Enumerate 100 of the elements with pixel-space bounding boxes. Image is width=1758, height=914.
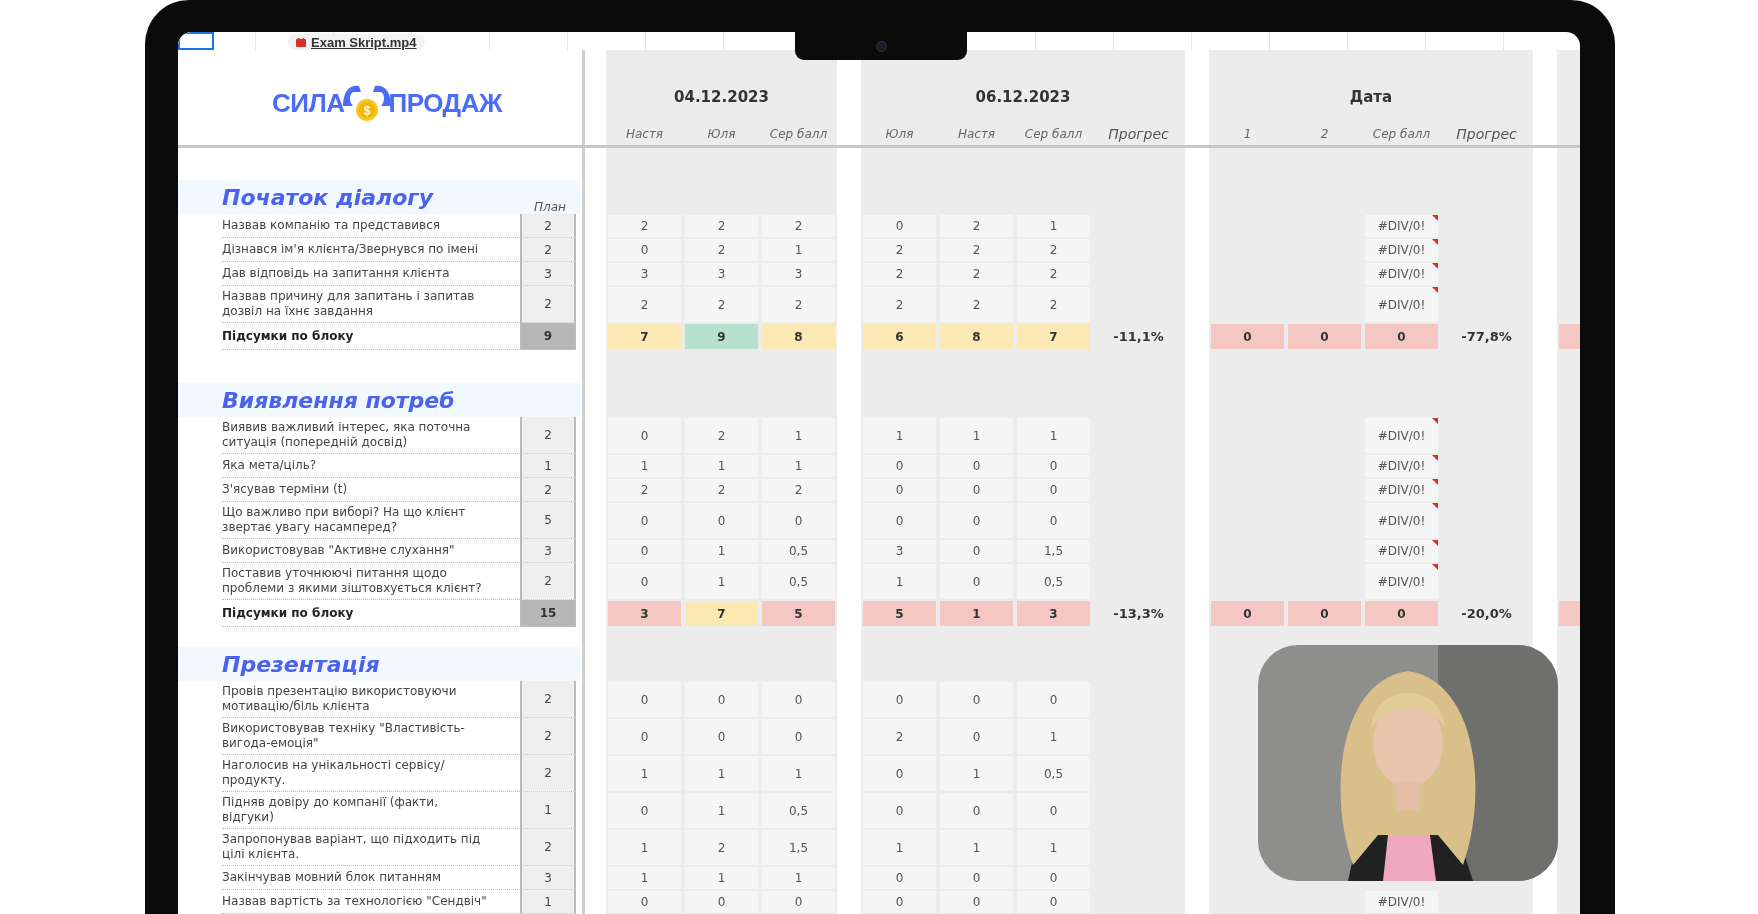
score-cell: 3: [608, 263, 681, 285]
score-cell: 2: [863, 719, 936, 754]
score-cell: 0: [762, 682, 835, 717]
score-cell: 1: [940, 830, 1013, 865]
score-cell: 0: [940, 867, 1013, 889]
score-cell: 0,5: [762, 793, 835, 828]
score-cell: 0: [940, 682, 1013, 717]
score-cell: 1: [863, 418, 936, 453]
score-cell: 0: [940, 479, 1013, 501]
total-cell: 3: [1017, 601, 1090, 626]
score-cell: 0: [685, 503, 758, 538]
score-cell: 2: [863, 239, 936, 261]
score-cell: 1: [762, 867, 835, 889]
score-cell: 2: [940, 239, 1013, 261]
selected-cell[interactable]: [178, 32, 214, 50]
score-cell: 2: [940, 215, 1013, 237]
score-cell: 2: [608, 479, 681, 501]
column-header: Настя: [624, 127, 665, 141]
section-title: Виявлення потреб: [222, 386, 456, 415]
score-cell: 1: [1017, 215, 1090, 237]
score-cell: 2: [1017, 239, 1090, 261]
plan-cell: 2: [520, 417, 576, 454]
progress-value: -13,3%: [1112, 605, 1165, 623]
file-chip[interactable]: Exam Skript.mp4: [288, 34, 425, 50]
score-cell: 0: [762, 719, 835, 754]
error-cell: #DIV/0!: [1365, 479, 1438, 501]
score-cell: 0: [608, 418, 681, 453]
score-cell: 2: [940, 287, 1013, 322]
plan-cell: 2: [520, 238, 576, 262]
progress-value: -20,0%: [1460, 605, 1513, 623]
score-cell: 2: [685, 418, 758, 453]
score-cell: 0: [940, 793, 1013, 828]
total-cell: 7: [685, 601, 758, 626]
total-cell: 7: [608, 324, 681, 349]
date-header: 04.12.2023: [673, 88, 770, 106]
score-cell: 2: [863, 287, 936, 322]
score-cell: 1,5: [762, 830, 835, 865]
error-cell: #DIV/0!: [1365, 891, 1438, 913]
plan-cell: 2: [520, 829, 576, 866]
score-cell: 1: [608, 455, 681, 477]
score-cell: 0: [863, 455, 936, 477]
score-cell: 1,5: [1017, 540, 1090, 562]
score-cell: 0: [685, 719, 758, 754]
plan-cell: 2: [520, 563, 576, 600]
score-cell: 0: [940, 891, 1013, 913]
score-cell: 2: [685, 830, 758, 865]
total-cell: 8: [762, 324, 835, 349]
total-cell: 0: [1288, 601, 1361, 626]
plan-cell: 2: [520, 718, 576, 755]
score-cell: 1: [762, 455, 835, 477]
column-header: Сер балл: [768, 127, 829, 141]
error-cell: #DIV/0!: [1365, 263, 1438, 285]
score-cell: 0: [863, 215, 936, 237]
score-cell: 0: [1017, 455, 1090, 477]
score-cell: 0: [863, 793, 936, 828]
video-file-icon: [296, 37, 306, 47]
column-header: Юля: [884, 127, 915, 141]
error-cell: #DIV/0!: [1365, 540, 1438, 562]
score-cell: 1: [1017, 830, 1090, 865]
score-cell: 1: [762, 756, 835, 791]
score-cell: 1: [685, 867, 758, 889]
total-cell: 5: [762, 601, 835, 626]
score-cell: 1: [685, 793, 758, 828]
plan-total-cell: 15: [520, 600, 576, 627]
score-cell: 0,5: [1017, 564, 1090, 599]
score-cell: 0: [608, 891, 681, 913]
score-cell: 2: [863, 263, 936, 285]
plan-cell: 1: [520, 792, 576, 829]
score-cell: 0: [1017, 867, 1090, 889]
error-cell: #DIV/0!: [1365, 564, 1438, 599]
score-cell: 0: [863, 867, 936, 889]
score-cell: 2: [685, 479, 758, 501]
score-cell: 0: [863, 503, 936, 538]
score-cell: 0: [685, 891, 758, 913]
score-cell: 0: [1017, 479, 1090, 501]
score-cell: 0: [863, 682, 936, 717]
score-cell: 0: [608, 564, 681, 599]
score-cell: 0: [608, 719, 681, 754]
total-cell: 0: [1288, 324, 1361, 349]
score-cell: 1: [685, 756, 758, 791]
plan-cell: 2: [520, 286, 576, 323]
score-cell: 0: [940, 719, 1013, 754]
score-cell: 0,5: [1017, 756, 1090, 791]
total-cell: 9: [685, 324, 758, 349]
total-cell: 1: [940, 601, 1013, 626]
column-header: 1: [1242, 127, 1253, 141]
score-cell: 0: [762, 891, 835, 913]
score-cell: 0: [1017, 503, 1090, 538]
score-cell: 0: [762, 503, 835, 538]
total-cell: 0: [1365, 324, 1438, 349]
progress-value: -77,8%: [1460, 328, 1513, 346]
column-header: 2: [1319, 127, 1330, 141]
score-cell: 0: [863, 479, 936, 501]
plan-cell: 2: [520, 681, 576, 718]
score-cell: 1: [940, 756, 1013, 791]
score-cell: 1: [1017, 418, 1090, 453]
score-cell: 0: [1017, 891, 1090, 913]
score-cell: 0: [863, 756, 936, 791]
error-cell: #DIV/0!: [1365, 455, 1438, 477]
plan-header: План: [533, 200, 567, 214]
